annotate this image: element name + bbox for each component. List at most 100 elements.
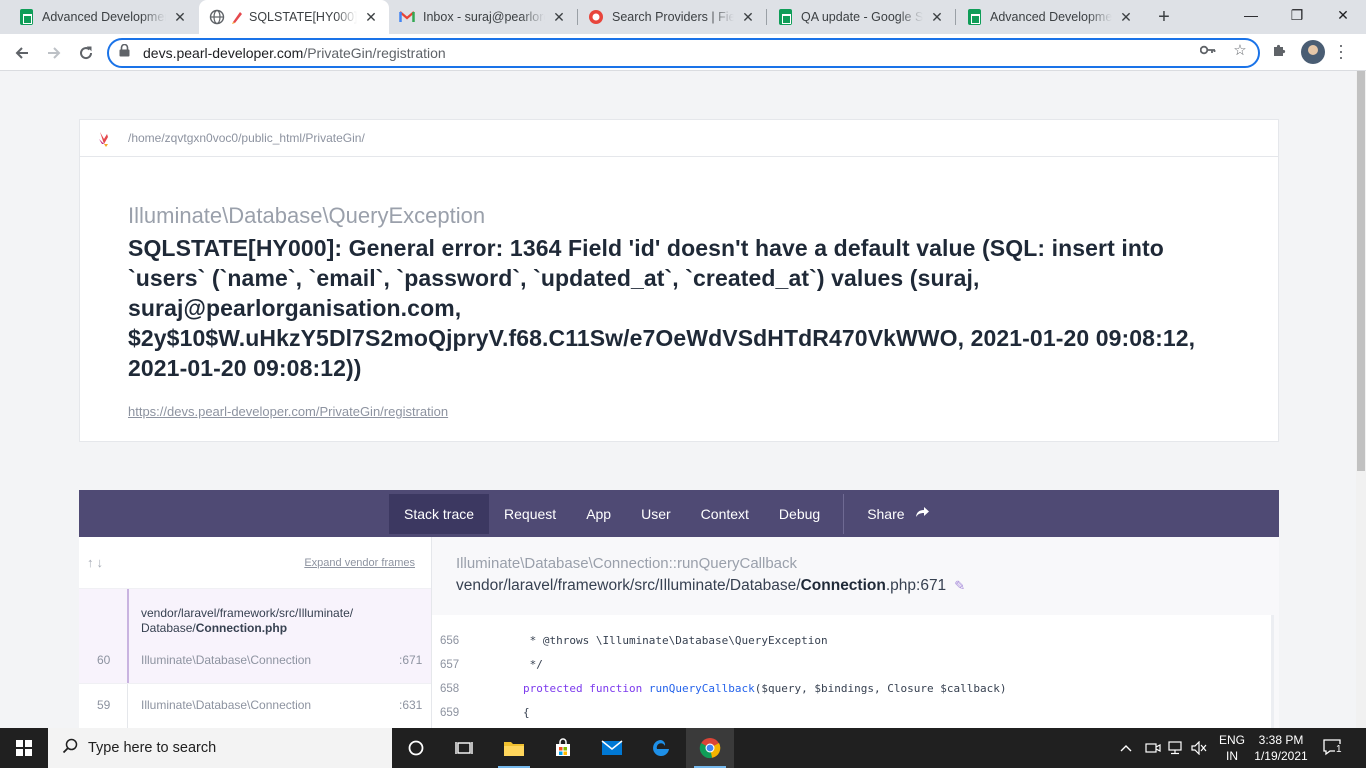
task-view-icon[interactable] (440, 728, 488, 768)
frame-function: Illuminate\Database\Connection::runQuery… (456, 555, 798, 572)
error-card: /home/zqvtgxn0voc0/public_html/PrivateGi… (79, 119, 1279, 442)
ignition-icon (229, 9, 245, 25)
tab-debug[interactable]: Debug (764, 494, 835, 534)
search-placeholder: Type here to search (88, 740, 217, 756)
code-viewer: Illuminate\Database\Connection::runQuery… (432, 537, 1279, 728)
share-arrow-icon (915, 505, 930, 522)
tab-search-providers[interactable]: Search Providers | Fiest ✕ (578, 0, 766, 34)
url-text: devs.pearl-developer.com/PrivateGin/regi… (143, 45, 446, 61)
close-icon[interactable]: ✕ (363, 9, 379, 25)
error-body: Illuminate\Database\QueryException SQLST… (80, 157, 1278, 419)
share-button[interactable]: Share (852, 494, 944, 534)
tab-request[interactable]: Request (489, 494, 571, 534)
start-button[interactable] (0, 728, 48, 768)
back-button[interactable] (8, 39, 36, 67)
reload-button[interactable] (72, 39, 100, 67)
request-url-link[interactable]: https://devs.pearl-developer.com/Private… (128, 404, 1230, 419)
profile-avatar[interactable] (1301, 40, 1325, 64)
code-line: 656 * @throws \Illuminate\Database\Query… (440, 634, 828, 647)
new-tab-button[interactable]: + (1153, 6, 1175, 28)
share-label: Share (867, 505, 905, 522)
meet-now-icon[interactable] (1145, 728, 1163, 768)
minimize-button[interactable]: — (1228, 0, 1274, 30)
frame-line: :671 (399, 653, 423, 667)
tab-advanced-development-1[interactable]: Advanced Developmen ✕ (8, 0, 198, 34)
expand-vendor-frames-link[interactable]: Expand vendor frames (304, 557, 415, 569)
forward-arrow-icon (48, 47, 61, 59)
tab-app[interactable]: App (571, 494, 626, 534)
exception-message: SQLSTATE[HY000]: General error: 1364 Fie… (128, 235, 1196, 381)
tab-qa-update[interactable]: QA update - Google Sh ✕ (767, 0, 955, 34)
address-bar[interactable]: devs.pearl-developer.com/PrivateGin/regi… (107, 38, 1260, 68)
input-language[interactable]: ENG IN (1215, 732, 1249, 764)
frames-toolbar: ↑↓ Expand vendor frames (79, 537, 431, 589)
store-icon[interactable] (539, 728, 587, 768)
cortana-icon[interactable] (392, 728, 440, 768)
fiesta-icon (588, 9, 604, 25)
close-icon[interactable]: ✕ (551, 9, 567, 25)
notification-count: 1 (1335, 744, 1343, 755)
ignition-logo-icon (98, 130, 110, 147)
frame-item-active[interactable]: vendor/laravel/framework/src/Illuminate/… (79, 589, 431, 683)
back-arrow-icon (15, 47, 28, 59)
tab-advanced-development-2[interactable]: Advanced Developmen ✕ (956, 0, 1144, 34)
tab-title: SQLSTATE[HY000]: G (249, 10, 357, 24)
close-icon[interactable]: ✕ (740, 9, 756, 25)
extensions-icon[interactable] (1270, 41, 1288, 59)
tab-inbox[interactable]: Inbox - suraj@pearlorga ✕ (389, 0, 577, 34)
tab-stack-trace[interactable]: Stack trace (389, 493, 490, 534)
forward-button[interactable] (40, 39, 68, 67)
code-line: 658 protected function runQueryCallback(… (440, 682, 1007, 695)
browser-menu-icon[interactable]: · · · (1338, 36, 1344, 66)
app-path: /home/zqvtgxn0voc0/public_html/PrivateGi… (128, 131, 365, 145)
bookmark-star-icon[interactable]: ☆ (1231, 41, 1249, 59)
error-header: /home/zqvtgxn0voc0/public_html/PrivateGi… (80, 120, 1278, 157)
frame-number: 60 (97, 653, 111, 667)
browser-toolbar: devs.pearl-developer.com/PrivateGin/regi… (0, 34, 1366, 71)
close-icon[interactable]: ✕ (172, 9, 188, 25)
file-explorer-icon[interactable] (490, 728, 538, 768)
chrome-icon[interactable] (686, 728, 734, 768)
gmail-icon (399, 9, 415, 25)
restore-button[interactable]: ❐ (1274, 0, 1320, 30)
volume-muted-icon[interactable] (1191, 728, 1209, 768)
frame-class: Illuminate\Database\Connection (141, 653, 312, 667)
tab-user[interactable]: User (626, 494, 686, 534)
code-line: 657 */ (440, 658, 543, 671)
windows-logo-icon (16, 740, 32, 756)
lock-icon[interactable] (119, 43, 133, 62)
edit-pencil-icon[interactable]: ✎ (954, 578, 965, 593)
window-close-button[interactable]: ✕ (1320, 0, 1366, 30)
exception-class: Illuminate\Database\QueryException (128, 203, 486, 228)
frame-item[interactable]: 59 Illuminate\Database\Connection :631 (79, 683, 431, 728)
frames-list: ↑↓ Expand vendor frames vendor/laravel/f… (79, 537, 432, 728)
code-snippet: 656 * @throws \Illuminate\Database\Query… (432, 615, 1274, 728)
system-clock[interactable]: 3:38 PM 1/19/2021 (1253, 732, 1309, 764)
key-icon[interactable] (1199, 41, 1217, 59)
tab-title: Search Providers | Fiest (612, 10, 734, 24)
windows-taskbar: Type here to search ENG IN 3:38 PM 1/19/20… (0, 728, 1366, 768)
tray-overflow-icon[interactable] (1120, 728, 1138, 768)
code-header: Illuminate\Database\Connection::runQuery… (456, 555, 965, 595)
sheets-icon (966, 9, 982, 25)
reload-icon (80, 46, 93, 60)
edge-icon[interactable] (637, 728, 685, 768)
nav-divider (843, 493, 845, 534)
code-line: 659 { (440, 706, 530, 719)
tab-title: Advanced Developmen (990, 10, 1112, 24)
mail-icon[interactable] (588, 728, 636, 768)
frame-row: 60 Illuminate\Database\Connection :671 (79, 653, 431, 673)
stack-trace-panel: ↑↓ Expand vendor frames vendor/laravel/f… (79, 537, 1279, 728)
error-nav-bar: Stack trace Request App User Context Deb… (79, 490, 1279, 537)
close-icon[interactable]: ✕ (1118, 9, 1134, 25)
tab-sqlstate[interactable]: SQLSTATE[HY000]: G ✕ (199, 0, 389, 34)
taskbar-search[interactable]: Type here to search (48, 728, 392, 768)
frame-file: vendor/laravel/framework/src/Illuminate/… (456, 577, 966, 594)
tab-context[interactable]: Context (686, 494, 764, 534)
network-icon[interactable] (1168, 728, 1186, 768)
page-scrollbar[interactable] (1356, 71, 1366, 728)
frame-nav-arrows-icon[interactable]: ↑↓ (87, 555, 106, 570)
notification-center-icon[interactable]: 1 (1322, 738, 1344, 758)
close-icon[interactable]: ✕ (929, 9, 945, 25)
frame-number: 59 (97, 698, 111, 712)
